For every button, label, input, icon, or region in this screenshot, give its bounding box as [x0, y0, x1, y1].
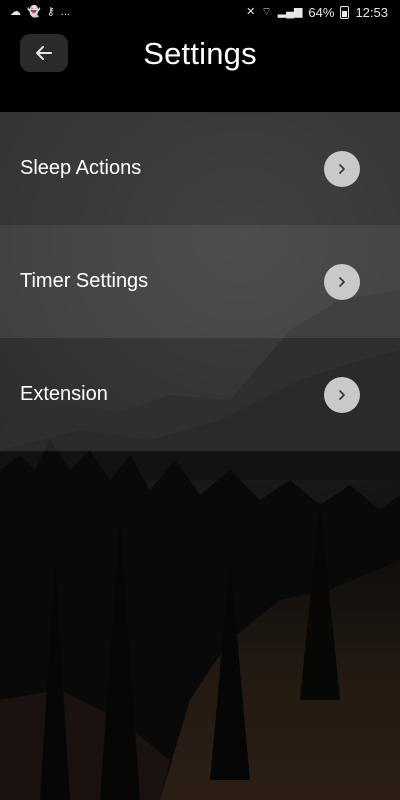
status-left: ☁ 👻 ⚷ ...: [10, 5, 70, 18]
key-icon: ⚷: [46, 5, 55, 18]
chevron-right-icon: [339, 389, 345, 400]
background-overlay: [0, 452, 400, 800]
chevron-button[interactable]: [324, 150, 360, 187]
header: Settings: [0, 24, 400, 112]
page-title: Settings: [143, 36, 257, 71]
mute-icon: ✕: [246, 5, 256, 18]
battery-percent: 64%: [308, 4, 335, 20]
wifi-icon: ⌔: [261, 5, 272, 18]
signal-icon: ▂▄▆: [277, 5, 303, 18]
menu-item-label: Sleep Actions: [20, 157, 142, 179]
menu-item-timer-settings[interactable]: Timer Settings: [0, 225, 400, 338]
status-bar: ☁ 👻 ⚷ ... ✕ ⌔ ▂▄▆ 64% 12:53: [0, 0, 400, 24]
cloud-icon: ☁: [10, 5, 21, 18]
more-indicator: ...: [60, 5, 70, 18]
chevron-right-icon: [339, 276, 345, 287]
clock: 12:53: [355, 4, 388, 20]
battery-icon: [340, 5, 350, 19]
menu-item-label: Extension: [20, 383, 108, 405]
menu-item-extension[interactable]: Extension: [0, 338, 400, 451]
menu-item-label: Timer Settings: [20, 270, 149, 292]
settings-menu: Sleep Actions Timer Settings Extension: [0, 112, 400, 451]
chevron-button[interactable]: [324, 376, 360, 413]
status-right: ✕ ⌔ ▂▄▆ 64% 12:53: [246, 5, 388, 20]
chevron-right-icon: [339, 163, 345, 174]
menu-item-sleep-actions[interactable]: Sleep Actions: [0, 112, 400, 225]
chevron-button[interactable]: [324, 263, 360, 300]
snapchat-icon: 👻: [27, 5, 41, 18]
